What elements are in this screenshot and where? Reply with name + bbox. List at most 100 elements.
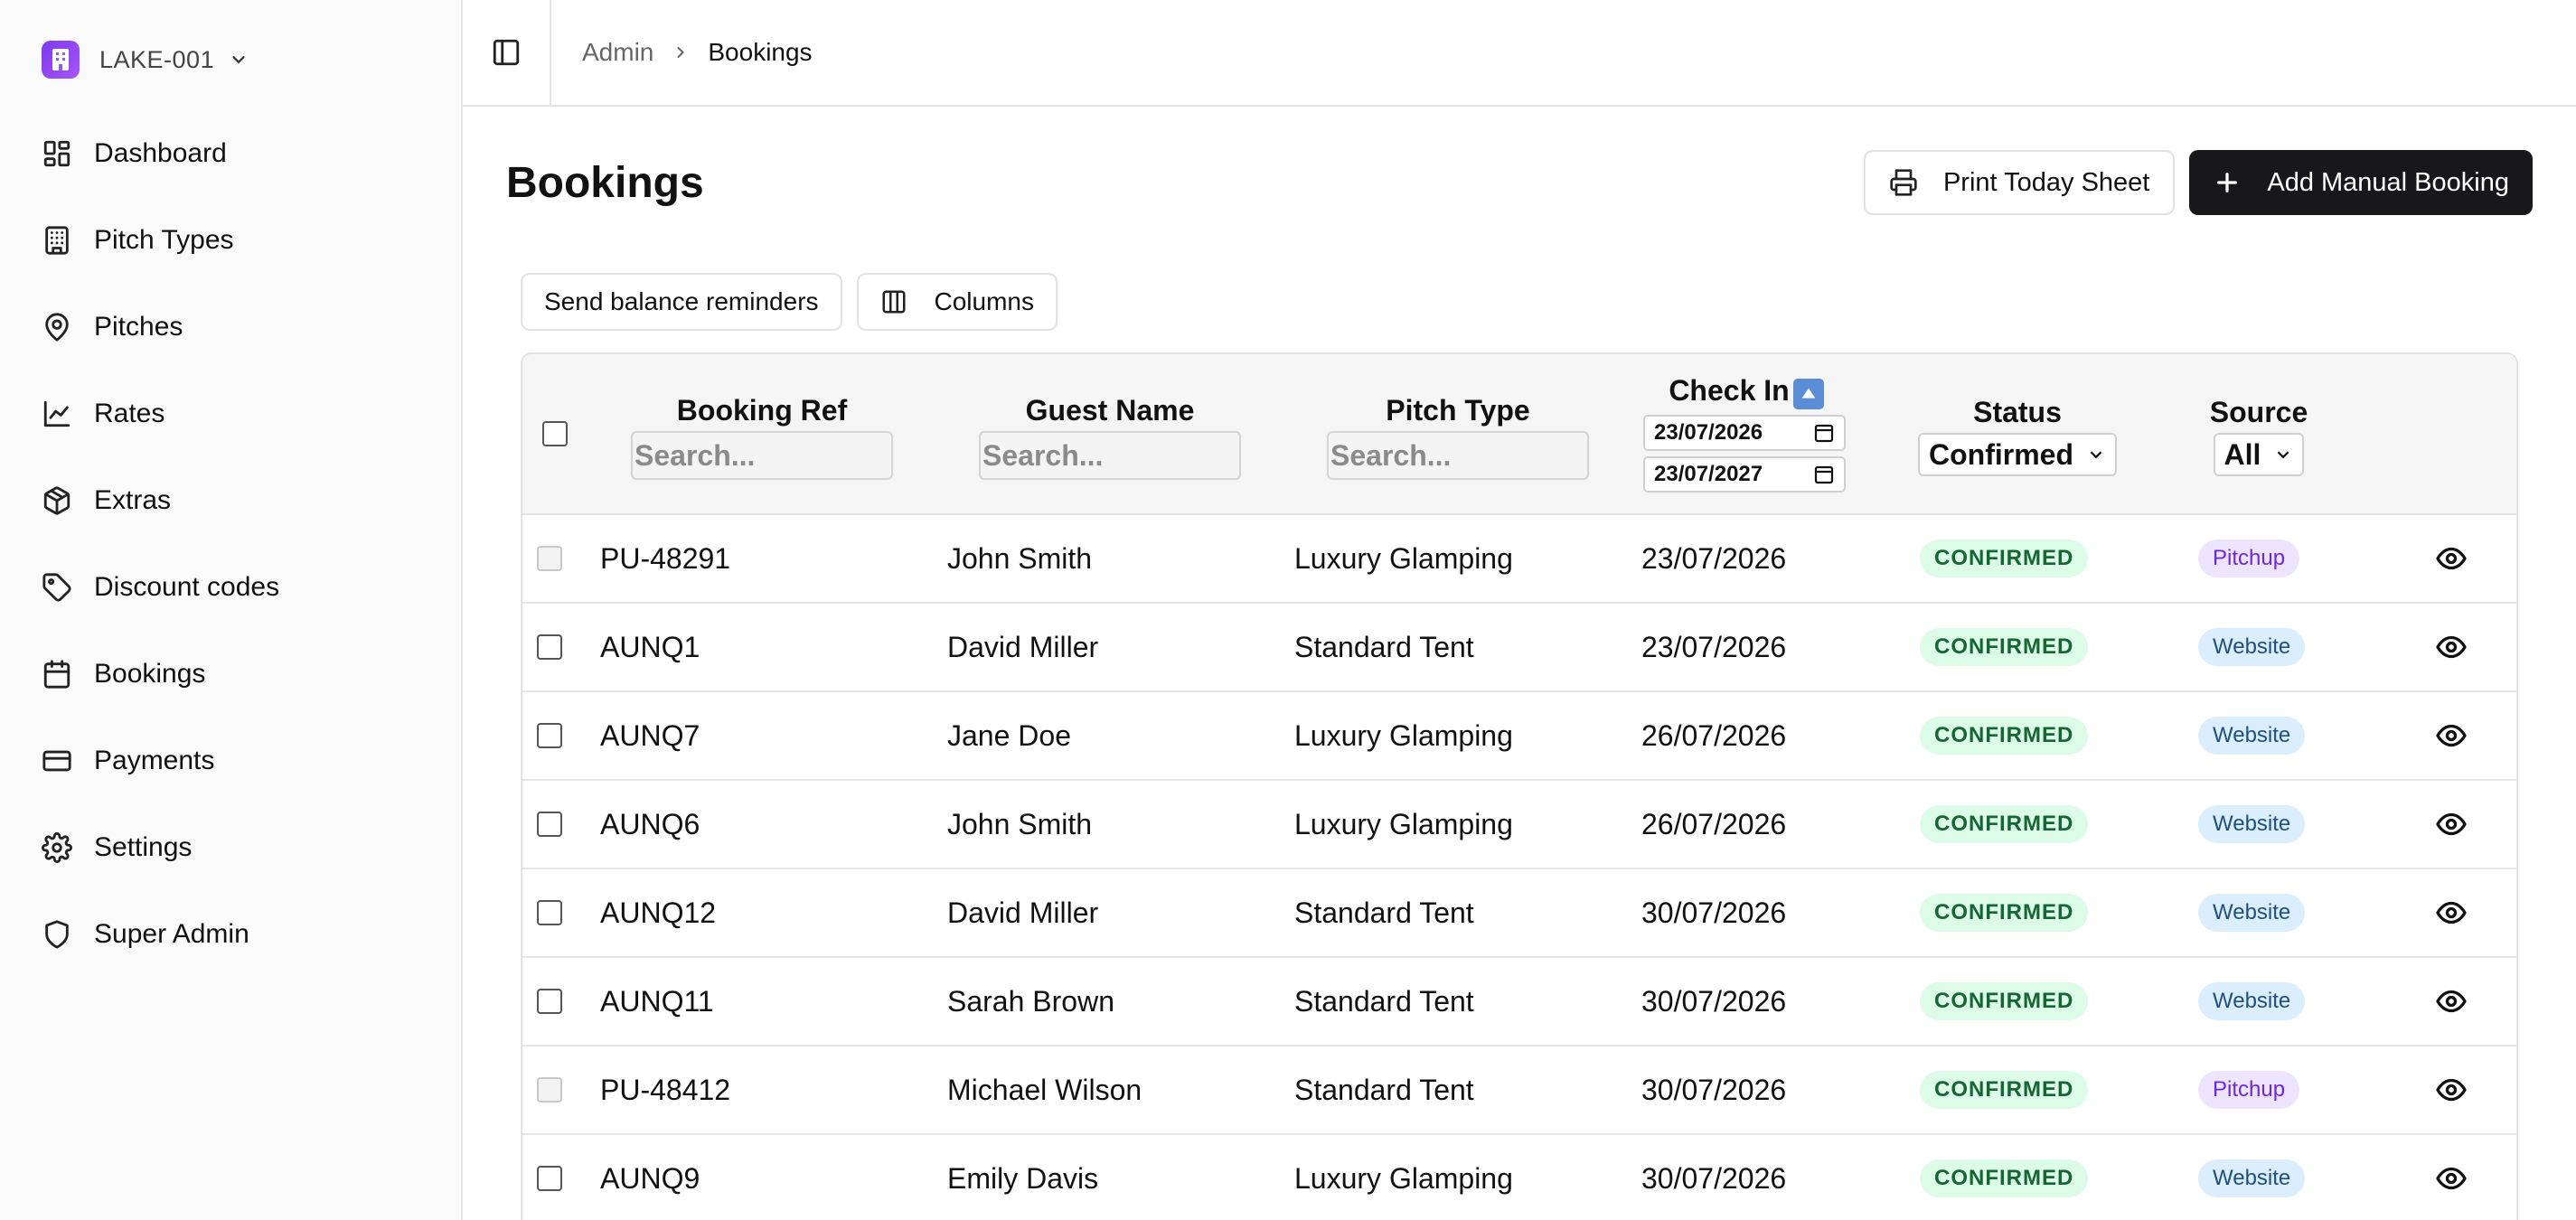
- date-value: 23/07/2026: [1654, 420, 1763, 445]
- main-content: Admin Bookings Bookings Print Today Shee…: [463, 0, 2576, 1220]
- row-checkbox[interactable]: [537, 634, 562, 660]
- table-row[interactable]: AUNQ11 Sarah Brown Standard Tent 30/07/2…: [522, 958, 2516, 1046]
- table-row[interactable]: PU-48412 Michael Wilson Standard Tent 30…: [522, 1046, 2516, 1135]
- sidebar-item-rates[interactable]: Rates: [0, 371, 461, 457]
- sidebar-item-label: Discount codes: [94, 572, 280, 602]
- site-switcher[interactable]: LAKE-001: [42, 36, 461, 83]
- view-booking-button[interactable]: [2435, 692, 2468, 779]
- status-badge: CONFIRMED: [1920, 717, 2089, 755]
- sidebar-item-label: Settings: [94, 832, 193, 862]
- view-booking-button[interactable]: [2435, 869, 2468, 956]
- sidebar-item-extras[interactable]: Extras: [0, 457, 461, 544]
- tag-icon: [42, 573, 71, 602]
- gear-icon: [42, 832, 72, 863]
- eye-icon: [2436, 812, 2467, 836]
- credit-card-icon: [42, 750, 71, 772]
- panel-left-icon: [493, 39, 520, 66]
- sidebar-item-pitch-types[interactable]: Pitch Types: [0, 197, 461, 284]
- table-toolbar: Send balance reminders Columns: [521, 273, 1058, 331]
- pitch-type-cell: Luxury Glamping: [1294, 541, 1513, 575]
- view-booking-button[interactable]: [2435, 1135, 2468, 1220]
- check-in-to-date-input[interactable]: 23/07/2027: [1643, 456, 1846, 493]
- view-booking-button[interactable]: [2435, 781, 2468, 868]
- source-badge: Website: [2198, 628, 2306, 666]
- chevron-down-icon: [229, 50, 249, 70]
- sidebar-item-label: Super Admin: [94, 919, 249, 949]
- columns-button[interactable]: Columns: [856, 273, 1058, 331]
- booking-ref-search-input[interactable]: [631, 431, 893, 480]
- source-badge: Pitchup: [2198, 1071, 2300, 1109]
- sidebar-item-payments[interactable]: Payments: [0, 718, 461, 804]
- column-source: Source All: [2182, 396, 2336, 476]
- source-badge: Website: [2198, 805, 2306, 843]
- table-row[interactable]: AUNQ9 Emily Davis Luxury Glamping 30/07/…: [522, 1135, 2516, 1220]
- check-in-cell: 30/07/2026: [1641, 984, 1787, 1018]
- package-icon: [43, 486, 71, 515]
- table-row[interactable]: AUNQ7 Jane Doe Luxury Glamping 26/07/202…: [522, 692, 2516, 781]
- guest-name-cell: John Smith: [947, 541, 1093, 575]
- sidebar-item-discount-codes[interactable]: Discount codes: [0, 544, 461, 631]
- view-booking-button[interactable]: [2435, 604, 2468, 690]
- sidebar-item-label: Extras: [94, 485, 172, 515]
- map-pin-icon: [45, 313, 69, 342]
- sidebar-item-label: Dashboard: [94, 138, 227, 168]
- column-pitch-type: Pitch Type: [1325, 394, 1591, 480]
- row-checkbox[interactable]: [537, 900, 562, 925]
- source-filter-value: All: [2223, 437, 2261, 471]
- guest-name-search-input[interactable]: [979, 431, 1241, 480]
- add-manual-booking-button[interactable]: Add Manual Booking: [2189, 150, 2533, 215]
- select-all-checkbox[interactable]: [542, 421, 568, 446]
- column-booking-ref: Booking Ref: [629, 394, 895, 480]
- row-checkbox[interactable]: [537, 812, 562, 837]
- table-row[interactable]: AUNQ1 David Miller Standard Tent 23/07/2…: [522, 604, 2516, 692]
- pitch-type-cell: Standard Tent: [1294, 630, 1474, 663]
- columns-label: Columns: [934, 287, 1034, 315]
- sidebar-item-label: Pitches: [94, 312, 183, 342]
- status-filter-select[interactable]: Confirmed: [1918, 433, 2117, 476]
- source-filter-select[interactable]: All: [2213, 433, 2305, 476]
- booking-ref-cell: AUNQ12: [600, 896, 717, 929]
- source-badge: Website: [2198, 717, 2306, 755]
- sidebar-item-bookings[interactable]: Bookings: [0, 631, 461, 718]
- sidebar-item-super-admin[interactable]: Super Admin: [0, 891, 461, 978]
- eye-icon: [2436, 990, 2467, 1013]
- table-row[interactable]: AUNQ12 David Miller Standard Tent 30/07/…: [522, 869, 2516, 958]
- table-row[interactable]: AUNQ6 John Smith Luxury Glamping 26/07/2…: [522, 781, 2516, 869]
- print-today-sheet-button[interactable]: Print Today Sheet: [1863, 150, 2176, 215]
- table-header: Booking Ref Guest Name Pitch Type Check …: [522, 354, 2516, 515]
- pitch-type-cell: Luxury Glamping: [1294, 718, 1513, 752]
- column-header-label: Check In: [1669, 374, 1790, 407]
- check-in-cell: 30/07/2026: [1641, 1161, 1787, 1195]
- source-badge: Pitchup: [2198, 540, 2300, 577]
- breadcrumb-current: Bookings: [708, 38, 813, 66]
- booking-ref-cell: PU-48412: [600, 1073, 731, 1106]
- check-in-cell: 23/07/2026: [1641, 630, 1787, 663]
- sidebar-item-pitches[interactable]: Pitches: [0, 284, 461, 371]
- row-checkbox[interactable]: [537, 723, 562, 748]
- booking-ref-cell: AUNQ7: [600, 718, 700, 752]
- row-checkbox: [537, 1077, 562, 1103]
- breadcrumb-admin-link[interactable]: Admin: [582, 38, 653, 67]
- page-title: Bookings: [506, 158, 704, 207]
- table-row[interactable]: PU-48291 John Smith Luxury Glamping 23/0…: [522, 515, 2516, 604]
- pitch-type-search-input[interactable]: [1327, 431, 1589, 480]
- sort-ascending-icon[interactable]: [1792, 379, 1824, 409]
- booking-ref-cell: AUNQ6: [600, 807, 700, 840]
- booking-ref-cell: AUNQ11: [600, 984, 714, 1018]
- sidebar-toggle-button[interactable]: [463, 0, 551, 106]
- sidebar-item-dashboard[interactable]: Dashboard: [0, 110, 461, 197]
- view-booking-button[interactable]: [2435, 958, 2468, 1045]
- eye-icon: [2436, 1167, 2467, 1190]
- status-badge: CONFIRMED: [1920, 628, 2089, 666]
- column-header-label: Booking Ref: [676, 394, 848, 427]
- send-balance-reminders-button[interactable]: Send balance reminders: [521, 273, 842, 331]
- row-checkbox[interactable]: [537, 1166, 562, 1191]
- row-checkbox[interactable]: [537, 989, 562, 1014]
- sidebar-item-settings[interactable]: Settings: [0, 804, 461, 891]
- column-guest-name: Guest Name: [977, 394, 1243, 480]
- view-booking-button[interactable]: [2435, 1046, 2468, 1133]
- check-in-from-date-input[interactable]: 23/07/2026: [1643, 415, 1846, 451]
- eye-icon: [2436, 724, 2467, 747]
- eye-icon: [2436, 901, 2467, 924]
- view-booking-button[interactable]: [2435, 515, 2468, 602]
